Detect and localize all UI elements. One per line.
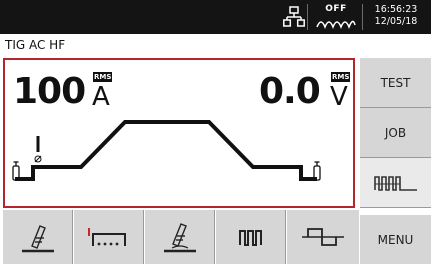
job-button[interactable]: JOB [360, 108, 431, 158]
torch-icon [21, 225, 54, 253]
pulse-wave-icon [373, 175, 417, 191]
sidebar: TEST JOB MENU [360, 58, 431, 264]
date-text: 12/05/18 [374, 16, 418, 27]
process-title: TIG AC HF [5, 38, 66, 52]
weld-cycle-line [15, 120, 317, 181]
menu-button[interactable]: MENU [360, 215, 431, 264]
ac-wave-button[interactable] [287, 210, 359, 264]
test-button[interactable]: TEST [360, 58, 431, 108]
bottom-toolbar [3, 210, 359, 264]
hf-wave-icon [316, 20, 356, 29]
weld-cycle-panel[interactable]: 100 RMS A 0.0 RMS V [3, 58, 355, 208]
pulse-mode-button[interactable] [360, 158, 431, 208]
clock: 16:56:23 12/05/18 [364, 4, 428, 28]
pulse-button[interactable] [216, 210, 286, 264]
current-value: 100 [13, 71, 86, 112]
trigger-mode-button[interactable] [74, 210, 144, 264]
divider [362, 4, 363, 30]
electrode-button[interactable] [145, 210, 215, 264]
time-text: 16:56:23 [374, 4, 418, 15]
wave-off-indicator[interactable]: OFF [312, 3, 360, 31]
current-rms-badge: RMS [93, 72, 113, 82]
ac-square-wave-icon [302, 228, 344, 246]
wave-off-label: OFF [325, 4, 347, 14]
pulse-wave-icon [238, 230, 262, 246]
current-unit: A [92, 82, 110, 112]
torch-button[interactable] [3, 210, 73, 264]
status-bar: OFF 16:56:23 12/05/18 [0, 0, 431, 34]
voltage-unit: V [330, 82, 348, 112]
network-icon[interactable] [283, 6, 305, 28]
trigger-mode-icon [87, 228, 126, 246]
divider [307, 4, 308, 30]
voltage-rms-badge: RMS [331, 72, 351, 82]
torch-electrode-icon [163, 223, 196, 253]
voltage-value: 0.0 [259, 71, 321, 112]
